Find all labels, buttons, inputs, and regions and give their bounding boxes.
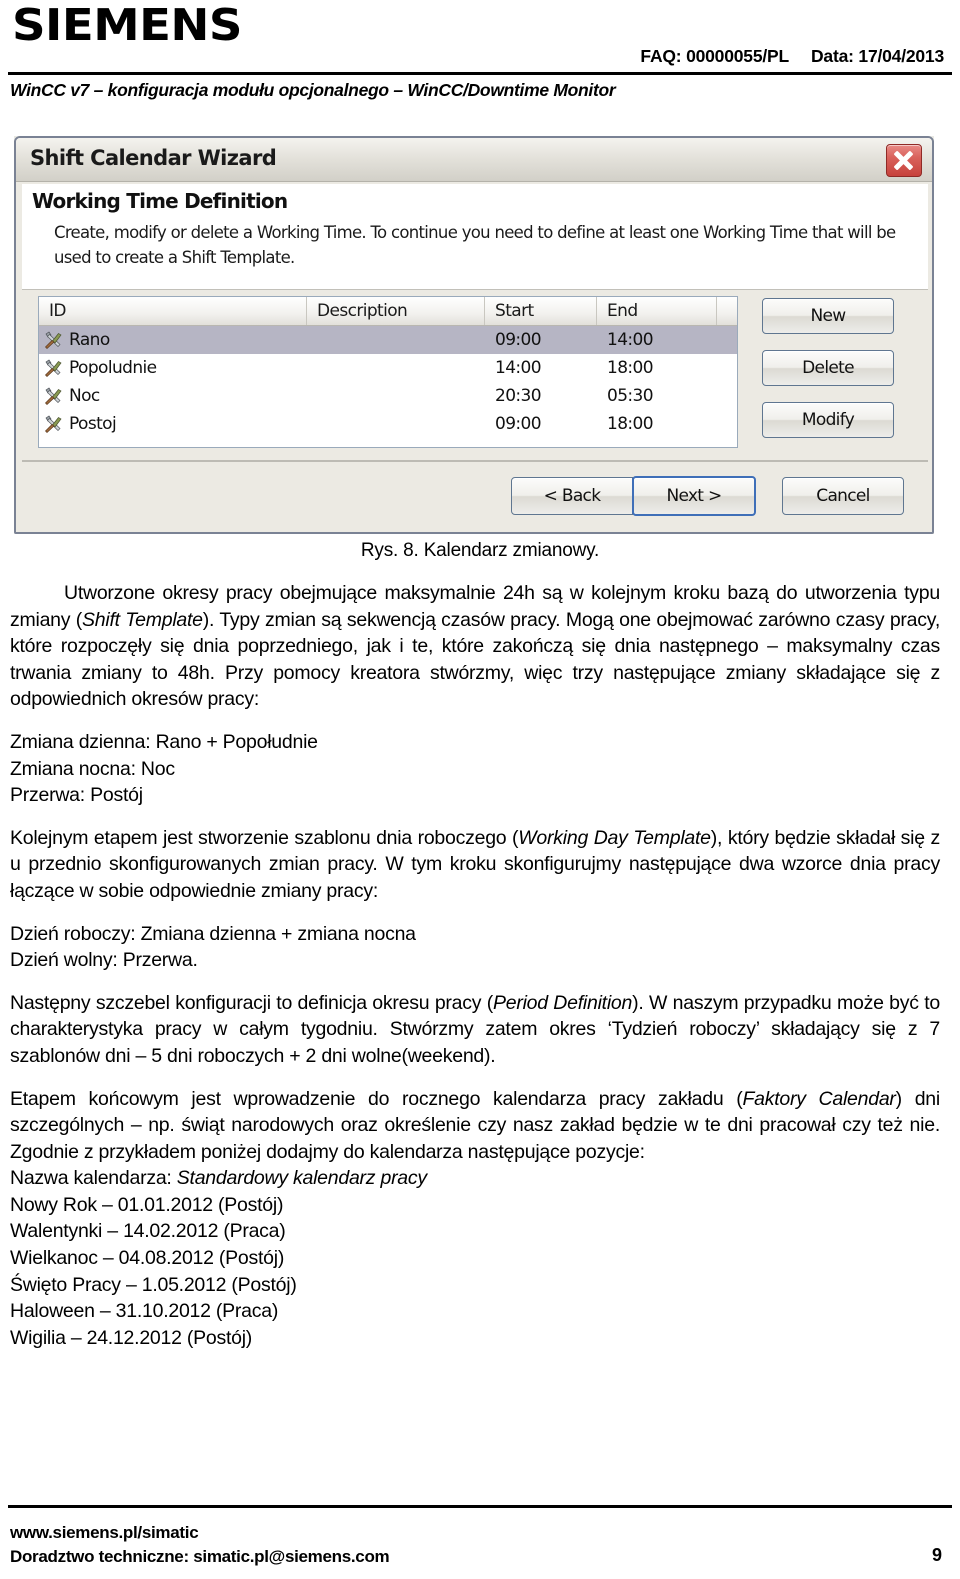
dialog-title: Shift Calendar Wizard — [30, 146, 277, 170]
back-button[interactable]: < Back — [511, 477, 633, 515]
paragraph-3: Następny szczebel konfiguracji to defini… — [10, 990, 940, 1070]
cell-description — [307, 410, 485, 438]
siemens-logo: SIEMENS — [12, 0, 243, 51]
dialog-description: Create, modify or delete a Working Time.… — [54, 223, 896, 267]
paragraph-1-term-shift-template: Shift Template — [82, 608, 203, 631]
column-header-id[interactable]: ID — [39, 297, 307, 325]
footer-email[interactable]: Doradztwo techniczne: simatic.pl@siemens… — [10, 1545, 390, 1569]
footer-contact: www.siemens.pl/simatic Doradztwo technic… — [10, 1521, 390, 1569]
document-body: Utworzone okresy pracy obejmujące maksym… — [10, 580, 940, 1351]
cell-id-text: Postoj — [69, 414, 117, 434]
figure-caption: Rys. 8. Kalendarz zmianowy. — [360, 540, 600, 561]
holiday-item: Wielkanoc – 04.08.2012 (Postój) — [10, 1247, 285, 1270]
cell-id-text: Popoludnie — [69, 358, 157, 378]
column-header-end[interactable]: End — [597, 297, 717, 325]
new-button[interactable]: New — [762, 298, 894, 334]
calendar-name-line: Nazwa kalendarza: Standardowy kalendarz … — [10, 1165, 940, 1192]
working-times-listview[interactable]: ID Description Start End Rano 09:00 14:0… — [38, 296, 738, 448]
dialog-footer: < Back Next > Cancel — [22, 460, 928, 530]
holiday-item: Święto Pracy – 1.05.2012 (Postój) — [10, 1273, 297, 1296]
paragraph-1: Utworzone okresy pracy obejmujące maksym… — [10, 580, 940, 713]
cell-description — [307, 326, 485, 354]
cell-id: Rano — [39, 326, 307, 354]
holiday-item: Haloween – 31.10.2012 (Praca) — [10, 1300, 279, 1323]
tools-icon — [45, 331, 62, 349]
cell-description — [307, 354, 485, 382]
paragraph-3-term-period-definition: Period Definition — [492, 991, 633, 1014]
faq-number: FAQ: 00000055/PL — [640, 46, 789, 66]
paragraph-2-part-a: Kolejnym etapem jest stworzenie szablonu… — [10, 826, 519, 849]
listview-action-buttons: New Delete Modify — [762, 298, 912, 454]
listview-header: ID Description Start End — [39, 297, 737, 326]
shift-list-item-2: Zmiana nocna: Noc — [10, 757, 175, 780]
cancel-button[interactable]: Cancel — [782, 477, 904, 515]
table-row[interactable]: Rano 09:00 14:00 — [39, 326, 737, 354]
wizard-nav-buttons: < Back Next > Cancel — [511, 476, 904, 516]
dialog-titlebar: Shift Calendar Wizard — [16, 138, 932, 182]
cell-end: 05:30 — [607, 386, 654, 406]
shift-list-item-3: Przerwa: Postój — [10, 784, 143, 807]
cell-end: 18:00 — [607, 358, 654, 378]
table-row[interactable]: Noc 20:30 05:30 — [39, 382, 737, 410]
paragraph-4-term-faktory-calendar: Faktory Calendar — [742, 1087, 896, 1110]
day-template-item-2: Dzień wolny: Przerwa. — [10, 949, 198, 972]
footer-divider — [8, 1505, 952, 1508]
paragraph-2-term-working-day-template: Working Day Template — [518, 826, 711, 849]
day-template-item-1: Dzień roboczy: Zmiana dzienna + zmiana n… — [10, 922, 416, 945]
embedded-screenshot: Shift Calendar Wizard Working Time Defin… — [14, 136, 934, 534]
dialog-body: ID Description Start End Rano 09:00 14:0… — [22, 290, 928, 460]
cell-start: 09:00 — [495, 414, 542, 434]
cell-id: Popoludnie — [39, 354, 307, 382]
column-header-description[interactable]: Description — [307, 297, 485, 325]
cell-start: 09:00 — [495, 330, 542, 350]
modify-button[interactable]: Modify — [762, 402, 894, 438]
next-button[interactable]: Next > — [632, 476, 756, 516]
calendar-name-value: Standardowy kalendarz pracy — [176, 1167, 427, 1190]
paragraph-3-part-a: Następny szczebel konfiguracji to defini… — [10, 991, 493, 1014]
cell-description — [307, 382, 485, 410]
holiday-item: Walentynki – 14.02.2012 (Praca) — [10, 1220, 286, 1243]
cell-end: 14:00 — [607, 330, 654, 350]
paragraph-4-part-a: Etapem końcowym jest wprowadzenie do roc… — [10, 1087, 743, 1110]
shift-calendar-wizard-dialog: Shift Calendar Wizard Working Time Defin… — [14, 136, 934, 534]
paragraph-4: Etapem końcowym jest wprowadzenie do roc… — [10, 1086, 940, 1166]
shift-list-item-1: Zmiana dzienna: Rano + Popołudnie — [10, 730, 318, 753]
cell-end: 18:00 — [607, 414, 654, 434]
page-footer: www.siemens.pl/simatic Doradztwo technic… — [0, 1487, 960, 1579]
page-header: SIEMENS FAQ: 00000055/PL Data: 17/04/2013… — [0, 0, 960, 118]
cell-id-text: Noc — [69, 386, 100, 406]
cell-id: Noc — [39, 382, 307, 410]
dialog-header-panel: Working Time Definition Create, modify o… — [22, 184, 928, 290]
column-header-start[interactable]: Start — [485, 297, 597, 325]
header-divider — [8, 72, 952, 75]
cell-id-text: Rano — [69, 330, 110, 350]
paragraph-2: Kolejnym etapem jest stworzenie szablonu… — [10, 825, 940, 905]
tools-icon — [45, 387, 62, 405]
tools-icon — [45, 359, 62, 377]
close-icon[interactable] — [886, 144, 922, 177]
cell-start: 14:00 — [495, 358, 542, 378]
header-meta: FAQ: 00000055/PL Data: 17/04/2013 — [640, 46, 944, 67]
document-subtitle: WinCC v7 – konfiguracja modułu opcjonaln… — [10, 80, 616, 100]
table-row[interactable]: Postoj 09:00 18:00 — [39, 410, 737, 438]
table-row[interactable]: Popoludnie 14:00 18:00 — [39, 354, 737, 382]
delete-button[interactable]: Delete — [762, 350, 894, 386]
cell-start: 20:30 — [495, 386, 542, 406]
page-number: 9 — [931, 1545, 942, 1565]
holiday-item: Wigilia – 24.12.2012 (Postój) — [10, 1326, 253, 1349]
tools-icon — [45, 415, 62, 433]
holiday-item: Nowy Rok – 01.01.2012 (Postój) — [10, 1193, 284, 1216]
footer-website[interactable]: www.siemens.pl/simatic — [10, 1521, 389, 1545]
cell-id: Postoj — [39, 410, 307, 438]
dialog-heading: Working Time Definition — [32, 189, 288, 213]
document-date: Data: 17/04/2013 — [810, 46, 944, 66]
calendar-name-label: Nazwa kalendarza: — [10, 1167, 177, 1190]
